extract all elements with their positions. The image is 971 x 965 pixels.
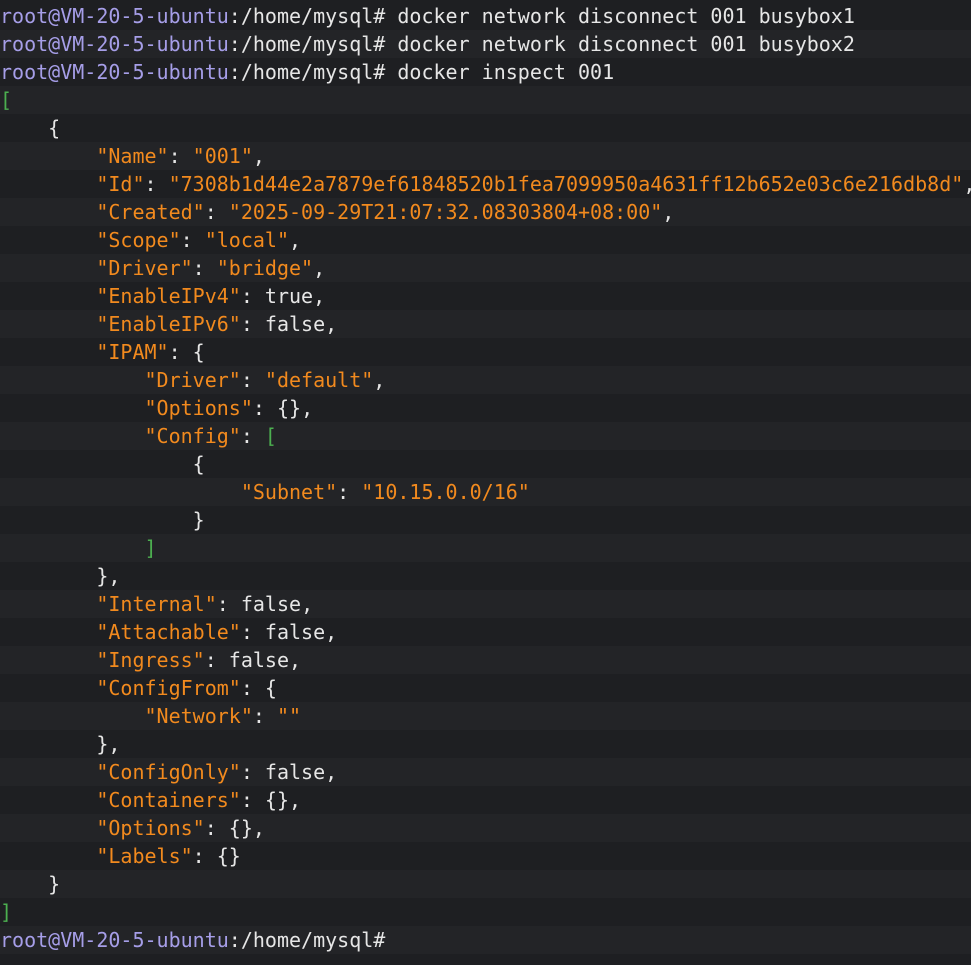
json-value: {} — [276, 396, 302, 420]
json-line: { — [0, 452, 205, 476]
json-open-bracket: [ — [0, 88, 13, 112]
json-value: {} — [216, 844, 241, 868]
json-value: "10.15.0.0/16" — [361, 480, 530, 504]
json-object-open: { — [0, 116, 61, 140]
json-key: "Id" — [96, 172, 145, 196]
json-key: "Internal" — [96, 592, 217, 616]
json-line: [ — [0, 86, 971, 114]
json-key: "Driver" — [96, 256, 193, 280]
json-value: false — [264, 760, 326, 784]
json-key: "Options" — [144, 396, 253, 420]
json-line: "Created": "2025-09-29T21:07:32.08303804… — [0, 198, 971, 226]
json-line: ] — [0, 534, 971, 562]
json-key: "Subnet" — [240, 480, 338, 504]
prompt-path: :/home/mysql# — [228, 928, 386, 952]
json-line: "Id": "7308b1d44e2a7879ef61848520b1fea70… — [96, 172, 971, 196]
json-line: "EnableIPv4": true, — [96, 284, 326, 308]
json-line: } — [0, 508, 205, 532]
command-text: docker inspect 001 — [385, 60, 615, 84]
json-line: "Internal": false, — [0, 590, 971, 618]
terminal-prompt-line[interactable]: root@VM-20-5-ubuntu:/home/mysql# — [0, 926, 971, 954]
json-value: "default" — [264, 368, 374, 392]
json-line: "Attachable": false, — [96, 620, 338, 644]
json-line: "Labels": {} — [96, 844, 241, 868]
json-value: "bridge" — [216, 256, 314, 280]
terminal-line: root@VM-20-5-ubuntu:/home/mysql# docker … — [0, 30, 971, 58]
json-key: "Ingress" — [96, 648, 205, 672]
json-line: "ConfigFrom": { — [96, 676, 277, 700]
json-line: "Name": "001", — [0, 142, 971, 170]
json-value: false — [264, 620, 326, 644]
json-line: "Options": {}, — [0, 814, 971, 842]
json-key: "Attachable" — [96, 620, 241, 644]
json-value: "2025-09-29T21:07:32.08303804+08:00" — [228, 200, 663, 224]
json-value: false — [228, 648, 290, 672]
json-key: "Containers" — [96, 788, 241, 812]
json-key: "ConfigOnly" — [96, 760, 241, 784]
json-line: "Scope": "local", — [96, 228, 302, 252]
json-value: {} — [264, 788, 290, 812]
json-line: ] — [0, 898, 971, 926]
terminal-line: root@VM-20-5-ubuntu:/home/mysql# docker … — [0, 2, 971, 30]
json-close-bracket: ] — [0, 900, 13, 924]
json-line: "Options": {}, — [144, 396, 314, 420]
json-key: "EnableIPv4" — [96, 284, 241, 308]
json-value: "local" — [204, 228, 290, 252]
json-value: "7308b1d44e2a7879ef61848520b1fea7099950a… — [168, 172, 964, 196]
json-line: "Driver": "default", — [0, 366, 971, 394]
prompt-user: root@VM-20-5-ubuntu — [0, 32, 229, 56]
json-key: "Config" — [144, 424, 241, 448]
json-key: "IPAM" — [96, 340, 169, 364]
prompt-path: :/home/mysql# — [228, 32, 386, 56]
prompt-path: :/home/mysql# — [228, 4, 386, 28]
json-line: { — [0, 114, 971, 142]
json-value: {} — [228, 816, 253, 840]
json-object-close: } — [0, 872, 61, 896]
json-line: "Subnet": "10.15.0.0/16" — [0, 478, 971, 506]
json-line: "IPAM": { — [96, 340, 205, 364]
json-line: "Network": "" — [0, 702, 971, 730]
json-key: "Scope" — [96, 228, 181, 252]
json-key: "ConfigFrom" — [96, 676, 241, 700]
command-text: docker network disconnect 001 busybox1 — [385, 4, 855, 28]
json-line: }, — [0, 732, 121, 756]
prompt-user: root@VM-20-5-ubuntu — [0, 60, 229, 84]
json-line: "Containers": {}, — [96, 788, 302, 812]
json-key: "Name" — [96, 144, 169, 168]
json-key: "Options" — [96, 816, 205, 840]
json-key: "EnableIPv6" — [96, 312, 241, 336]
json-value: "001" — [192, 144, 253, 168]
json-line: "ConfigOnly": false, — [0, 758, 971, 786]
json-key: "Driver" — [144, 368, 241, 392]
json-value: false — [264, 312, 326, 336]
terminal-window[interactable]: root@VM-20-5-ubuntu:/home/mysql# docker … — [0, 0, 971, 965]
terminal-line: root@VM-20-5-ubuntu:/home/mysql# docker … — [0, 58, 971, 86]
json-key: "Created" — [96, 200, 205, 224]
json-key: "Network" — [144, 704, 253, 728]
json-line: } — [0, 870, 971, 898]
prompt-user: root@VM-20-5-ubuntu — [0, 928, 229, 952]
json-value: "" — [276, 704, 302, 728]
prompt-path: :/home/mysql# — [228, 60, 386, 84]
json-value: true — [264, 284, 314, 308]
json-value: false — [240, 592, 302, 616]
json-line: "EnableIPv6": false, — [0, 310, 971, 338]
prompt-user: root@VM-20-5-ubuntu — [0, 4, 229, 28]
json-line: "Ingress": false, — [0, 646, 971, 674]
json-line: }, — [0, 564, 121, 588]
command-text: docker network disconnect 001 busybox2 — [385, 32, 855, 56]
json-line: "Config": [ — [0, 422, 971, 450]
json-key: "Labels" — [96, 844, 193, 868]
json-line: "Driver": "bridge", — [0, 254, 971, 282]
